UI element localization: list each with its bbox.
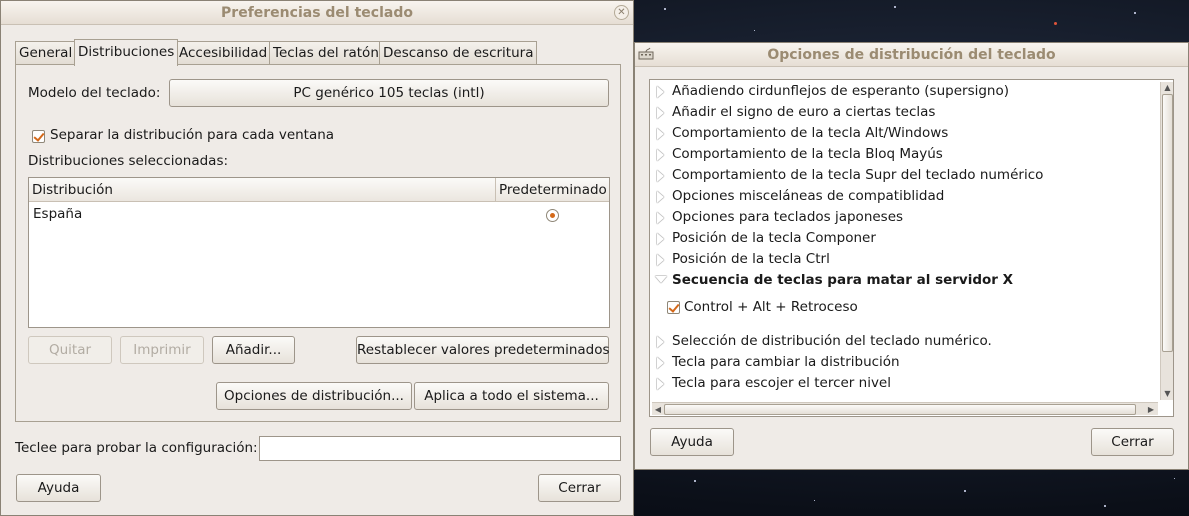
separate-layout-checkbox[interactable] — [32, 130, 45, 143]
tree-item[interactable]: Opciones para teclados japoneses — [672, 209, 903, 225]
title-bar[interactable]: Opciones de distribución del teclado — [635, 43, 1188, 67]
expander-icon[interactable] — [657, 86, 664, 98]
selected-layouts-label: Distribuciones seleccionadas: — [28, 153, 229, 169]
tree-item[interactable]: Tecla para cambiar la distribución — [672, 354, 900, 370]
tree-item[interactable]: Comportamiento de la tecla Bloq Mayús — [672, 146, 943, 162]
keyboard-model-button[interactable]: PC genérico 105 teclas (intl) — [169, 79, 609, 107]
tree-item[interactable]: Posición de la tecla Componer — [672, 230, 876, 246]
expander-icon[interactable] — [657, 191, 664, 203]
tree-item[interactable]: Añadiendo cirdunflejos de esperanto (sup… — [672, 83, 1009, 99]
table-header: Distribución Predeterminado — [29, 178, 609, 202]
layouts-table: Distribución Predeterminado España — [28, 177, 610, 328]
options-tree: Añadiendo cirdunflejos de esperanto (sup… — [649, 79, 1174, 417]
expander-icon[interactable] — [657, 128, 664, 140]
expander-icon[interactable] — [657, 107, 664, 119]
tab-distribuciones[interactable]: Distribuciones — [74, 39, 179, 66]
expander-icon[interactable] — [657, 254, 664, 266]
column-divider — [495, 178, 496, 202]
keyboard-preferences-window: Preferencias del teclado ✕ General Distr… — [0, 0, 634, 516]
tab-general[interactable]: General — [15, 41, 77, 65]
expander-icon[interactable] — [657, 378, 664, 390]
expander-icon[interactable] — [657, 212, 664, 224]
reset-defaults-button[interactable]: Restablecer valores predeterminados — [356, 336, 610, 364]
default-radio[interactable] — [546, 209, 559, 222]
tree-item[interactable]: Añadir el signo de euro a ciertas teclas — [672, 104, 935, 120]
close-button[interactable]: Cerrar — [1091, 428, 1174, 456]
column-header-layout[interactable]: Distribución — [32, 182, 113, 198]
tree-item[interactable]: Tecla para escojer el tercer nivel — [672, 375, 891, 391]
horizontal-scrollbar[interactable]: ◀ ▶ — [652, 402, 1158, 415]
expander-icon[interactable] — [657, 170, 664, 182]
vertical-scrollbar[interactable]: ▲ ▼ — [1160, 82, 1173, 400]
tree-item[interactable]: Comportamiento de la tecla Alt/Windows — [672, 125, 948, 141]
test-label: Teclee para probar la configuración: — [15, 440, 258, 456]
expander-icon[interactable] — [657, 336, 664, 348]
tab-descanso-escritura[interactable]: Descanso de escritura — [379, 41, 538, 65]
expander-icon[interactable] — [657, 357, 664, 369]
scroll-up-icon[interactable]: ▲ — [1161, 82, 1173, 94]
window-title: Preferencias del teclado — [221, 5, 413, 21]
column-header-default[interactable]: Predeterminado — [499, 182, 607, 198]
title-bar[interactable]: Preferencias del teclado ✕ — [1, 1, 633, 25]
model-label: Modelo del teclado: — [28, 85, 161, 101]
tree-item[interactable]: Posición de la tecla Ctrl — [672, 251, 830, 267]
add-button[interactable]: Añadir... — [212, 336, 295, 364]
remove-button[interactable]: Quitar — [28, 336, 112, 364]
tab-bar: General Distribuciones Accesibilidad Tec… — [15, 39, 620, 66]
test-input[interactable] — [259, 436, 621, 461]
tab-panel: Modelo del teclado: PC genérico 105 tecl… — [15, 64, 621, 422]
expander-icon[interactable] — [657, 149, 664, 161]
tab-accesibilidad[interactable]: Accesibilidad — [175, 41, 272, 65]
layout-options-button[interactable]: Opciones de distribución... — [216, 382, 412, 410]
scrollbar-thumb[interactable] — [1162, 94, 1173, 352]
tree-item-expanded[interactable]: Secuencia de teclas para matar al servid… — [672, 272, 1013, 288]
table-row[interactable]: España — [29, 202, 609, 226]
expander-icon[interactable] — [657, 233, 664, 245]
scrollbar-thumb[interactable] — [664, 404, 1136, 415]
print-button[interactable]: Imprimir — [120, 336, 204, 364]
layout-options-window: Opciones de distribución del teclado Aña… — [634, 42, 1189, 470]
separate-layout-label[interactable]: Separar la distribución para cada ventan… — [50, 127, 334, 143]
apply-system-button[interactable]: Aplica a todo el sistema... — [414, 382, 609, 410]
tree-child-item[interactable]: Control + Alt + Retroceso — [684, 299, 858, 315]
scroll-down-icon[interactable]: ▼ — [1161, 388, 1173, 400]
help-button[interactable]: Ayuda — [650, 428, 734, 456]
tab-teclas-raton[interactable]: Teclas del ratón — [269, 41, 383, 65]
close-button[interactable]: Cerrar — [538, 474, 621, 502]
expander-open-icon[interactable] — [655, 276, 667, 283]
close-icon[interactable]: ✕ — [614, 5, 629, 20]
window-title: Opciones de distribución del teclado — [767, 47, 1056, 63]
layout-name: España — [33, 206, 83, 222]
tree-item[interactable]: Opciones misceláneas de compatiblidad — [672, 188, 944, 204]
help-button[interactable]: Ayuda — [16, 474, 101, 502]
ctrl-alt-backspace-checkbox[interactable] — [667, 301, 680, 314]
scroll-right-icon[interactable]: ▶ — [1144, 403, 1158, 416]
scroll-left-icon[interactable]: ◀ — [652, 403, 664, 416]
tree-item[interactable]: Selección de distribución del teclado nu… — [672, 333, 992, 349]
tree-item[interactable]: Comportamiento de la tecla Supr del tecl… — [672, 167, 1043, 183]
